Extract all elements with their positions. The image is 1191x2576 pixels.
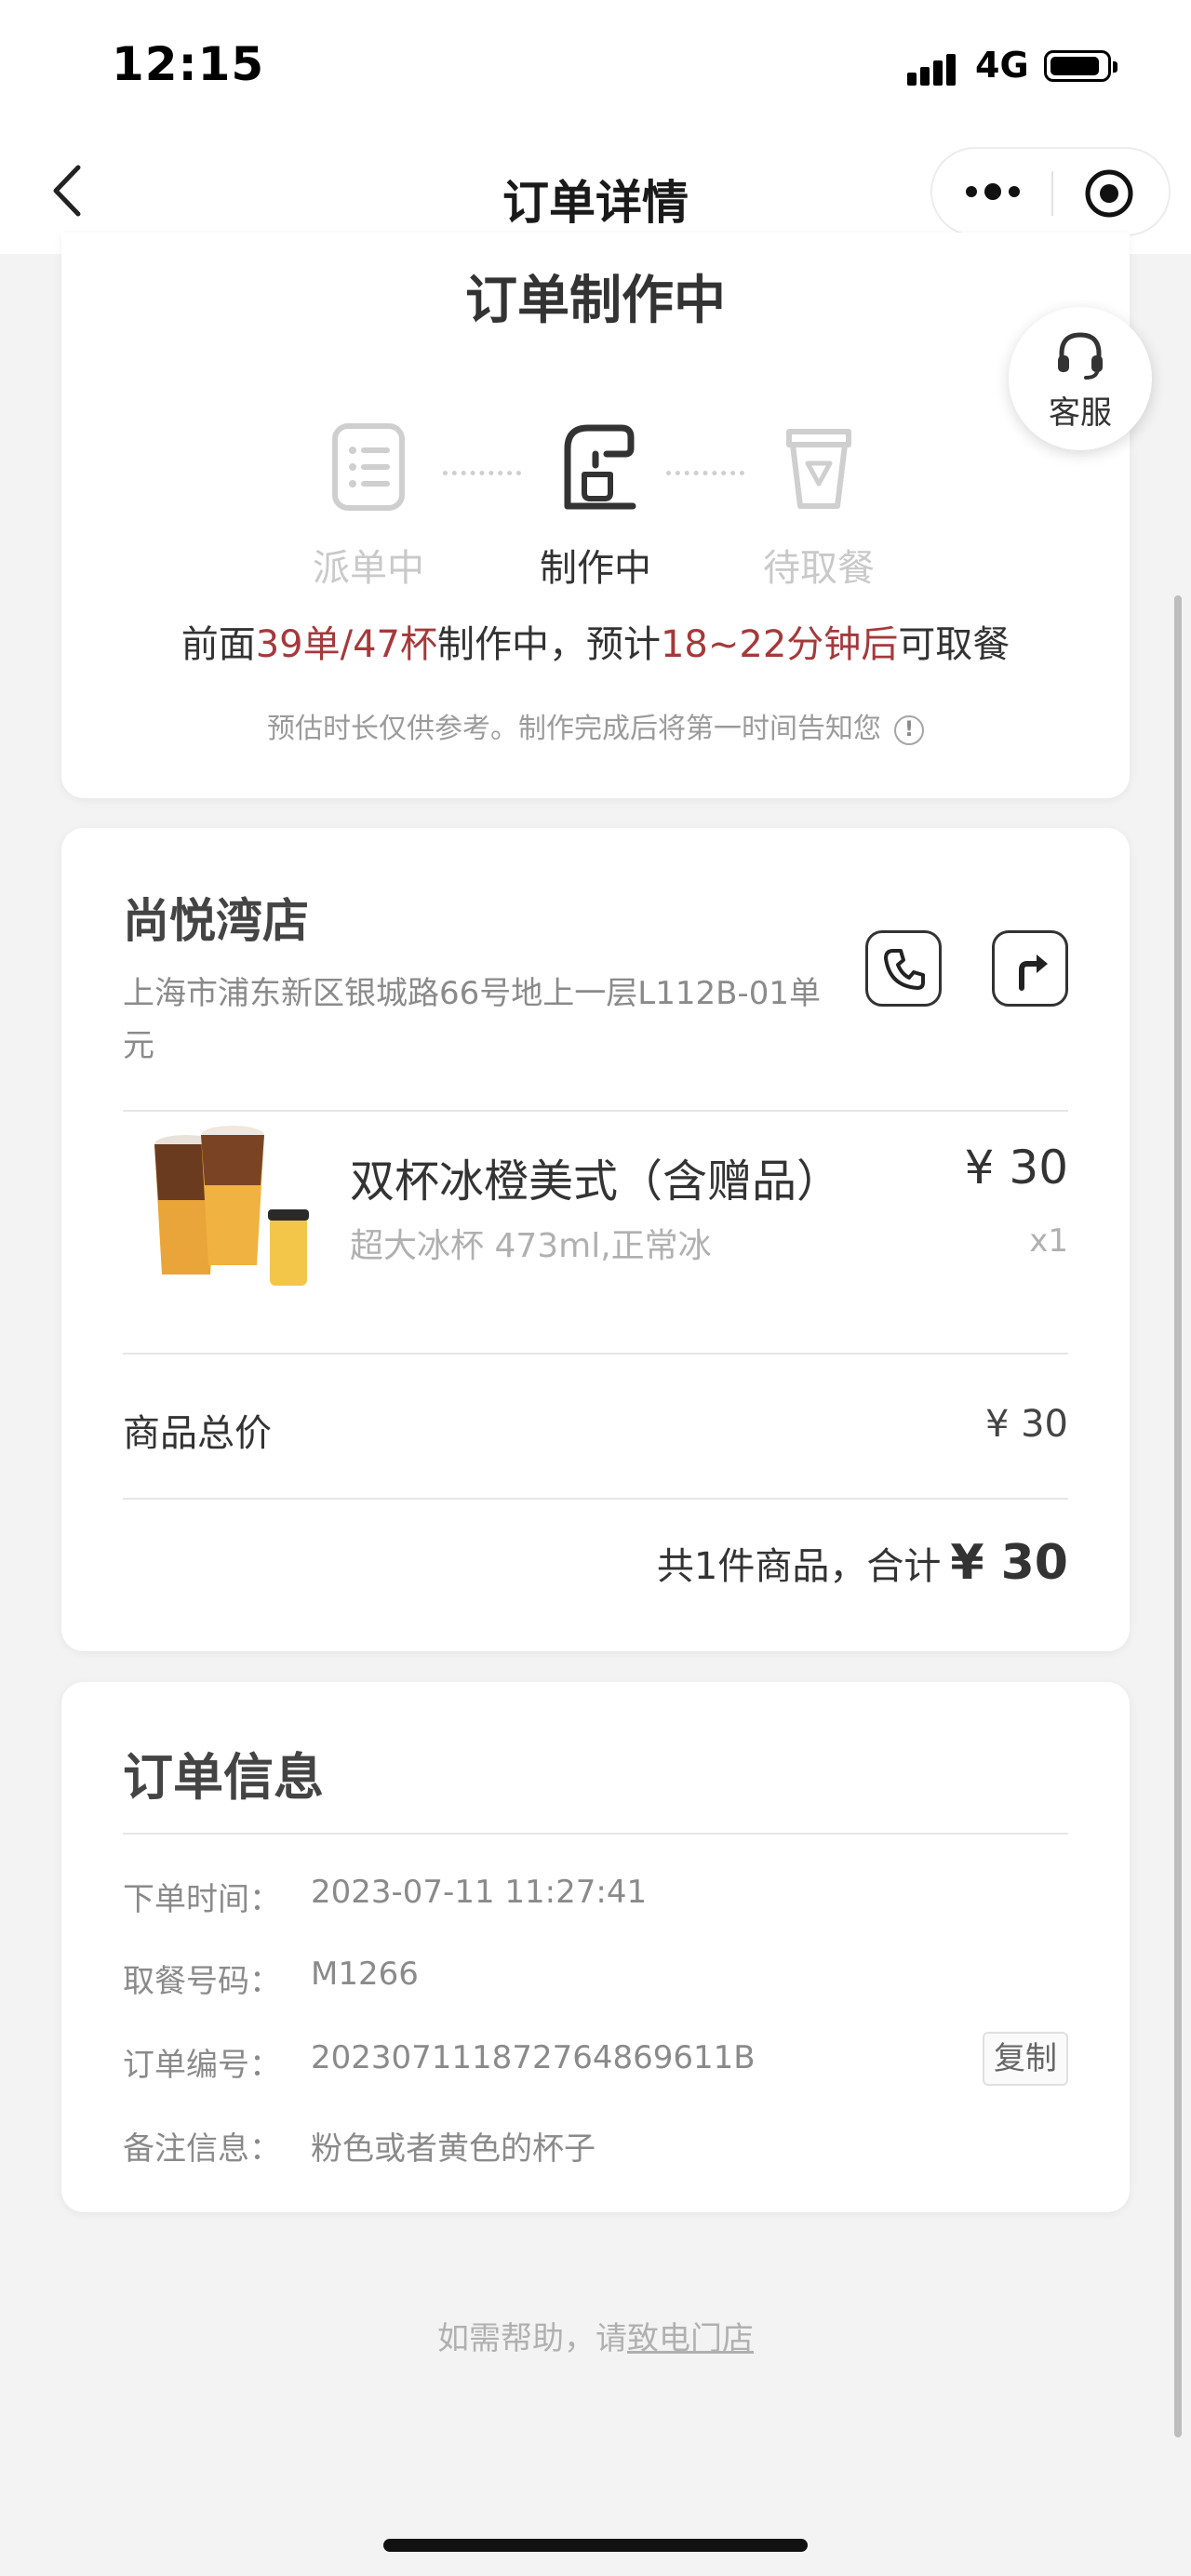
call-store-link[interactable]: 致电门店: [627, 2320, 754, 2357]
status-time: 12:15: [112, 37, 265, 91]
info-icon[interactable]: !: [894, 714, 924, 745]
list-icon: [332, 423, 405, 511]
customer-service-label: 客服: [1049, 394, 1112, 432]
divider: [123, 1353, 1068, 1355]
info-row-pickup-code: 取餐号码： M1266: [123, 1948, 1068, 2004]
info-value: 2023-07-11 11:27:41: [311, 1874, 648, 1911]
mini-program-capsule: [930, 147, 1171, 236]
info-row-order-number: 订单编号： 20230711187276486961​1B 复制: [123, 2032, 1068, 2088]
status-bar: 12:15 4G: [0, 0, 1191, 130]
capsule-divider: [1051, 171, 1053, 216]
divider: [123, 1498, 1068, 1500]
info-key: 备注信息：: [123, 2130, 281, 2168]
more-icon: [966, 183, 1020, 200]
queue-count: 39单/47杯: [255, 623, 437, 666]
info-key: 取餐号码：: [123, 1963, 281, 2000]
scrollbar[interactable]: [1174, 595, 1182, 2437]
signal-icon: [907, 48, 963, 86]
divider: [123, 1833, 1068, 1835]
call-store-button[interactable]: [865, 930, 942, 1007]
directions-icon: [1019, 954, 1048, 991]
headset-icon: [1058, 332, 1103, 380]
battery-icon: [1044, 50, 1117, 82]
order-info-title: 订单信息: [123, 1748, 324, 1807]
step-connector: [443, 471, 521, 475]
estimate-note: 预估时长仅供参考。制作完成后将第一时间告知您!: [61, 705, 1130, 746]
total-amount: ¥ 30: [950, 1535, 1068, 1591]
info-row-order-time: 下单时间： 2023-07-11 11:27:41: [123, 1866, 1068, 1922]
navigate-store-button[interactable]: [992, 930, 1068, 1007]
info-value: 粉色或者黄色的杯子: [311, 2130, 596, 2168]
subtotal-value: ¥ 30: [984, 1403, 1068, 1446]
phone-icon: [884, 949, 925, 990]
step-label: 派单中: [313, 547, 424, 590]
order-total: 共1件商品，合计 ¥ 30: [657, 1535, 1068, 1591]
store-address: 上海市浦东新区银城路66号地上一层L112B-01单元: [123, 975, 821, 1064]
step-connector: [666, 471, 744, 475]
copy-button[interactable]: 复制: [983, 2032, 1068, 2086]
step-dispatching: 派单中: [303, 420, 434, 592]
store-name: 尚悦湾店: [123, 894, 309, 948]
info-value: M1266: [311, 1955, 419, 1993]
estimate-note-text: 预估时长仅供参考。制作完成后将第一时间告知您: [267, 713, 881, 745]
step-label: 制作中: [540, 547, 651, 590]
order-status-card: 订单制作中 派单中 制作中 待取餐 前面39单/47杯制作中，预计18~22分钟…: [61, 233, 1130, 798]
home-indicator[interactable]: [383, 2539, 808, 2552]
queue-eta: 18~22分钟后: [660, 623, 899, 666]
info-key: 下单时间：: [123, 1881, 281, 1918]
close-button[interactable]: [1083, 167, 1135, 220]
network-label: 4G: [975, 45, 1029, 86]
queue-estimate: 前面39单/47杯制作中，预计18~22分钟后可取餐: [61, 614, 1130, 668]
info-row-remark: 备注信息： 粉色或者黄色的杯子: [123, 2116, 1068, 2171]
product-spec: 超大冰杯 473ml,正常冰: [350, 1227, 712, 1265]
queue-suffix: 可取餐: [898, 623, 1010, 666]
step-label: 待取餐: [763, 547, 875, 590]
step-pickup: 待取餐: [754, 420, 884, 592]
target-icon: [1085, 169, 1133, 218]
product-image: [154, 1126, 309, 1286]
queue-middle: 制作中，预计: [436, 623, 661, 666]
order-info-card: 订单信息 下单时间： 2023-07-11 11:27:41 取餐号码： M12…: [61, 1682, 1130, 2212]
customer-service-button[interactable]: 客服: [1009, 307, 1152, 450]
coffee-machine-icon: [564, 424, 636, 510]
step-making: 制作中: [530, 420, 661, 592]
more-button[interactable]: [960, 173, 1025, 210]
product-quantity: x1: [1029, 1222, 1068, 1260]
info-value: 20230711187276486961​1B: [311, 2039, 756, 2076]
product-price: ¥ 30: [964, 1141, 1068, 1195]
cup-icon: [786, 429, 851, 509]
order-status-title: 订单制作中: [465, 271, 726, 331]
help-line: 如需帮助，请致电门店: [0, 2313, 1191, 2358]
total-prefix: 共1件商品，合计: [656, 1545, 942, 1588]
info-key: 订单编号：: [123, 2047, 281, 2084]
subtotal-label: 商品总价: [123, 1412, 272, 1455]
help-prefix: 如需帮助，请: [437, 2320, 627, 2357]
product-name: 双杯冰橙美式（含赠品）: [350, 1155, 842, 1208]
store-card: 尚悦湾店 上海市浦东新区银城路66号地上一层L112B-01单元 双杯冰橙美式（…: [61, 828, 1130, 1651]
queue-prefix: 前面: [181, 623, 256, 666]
